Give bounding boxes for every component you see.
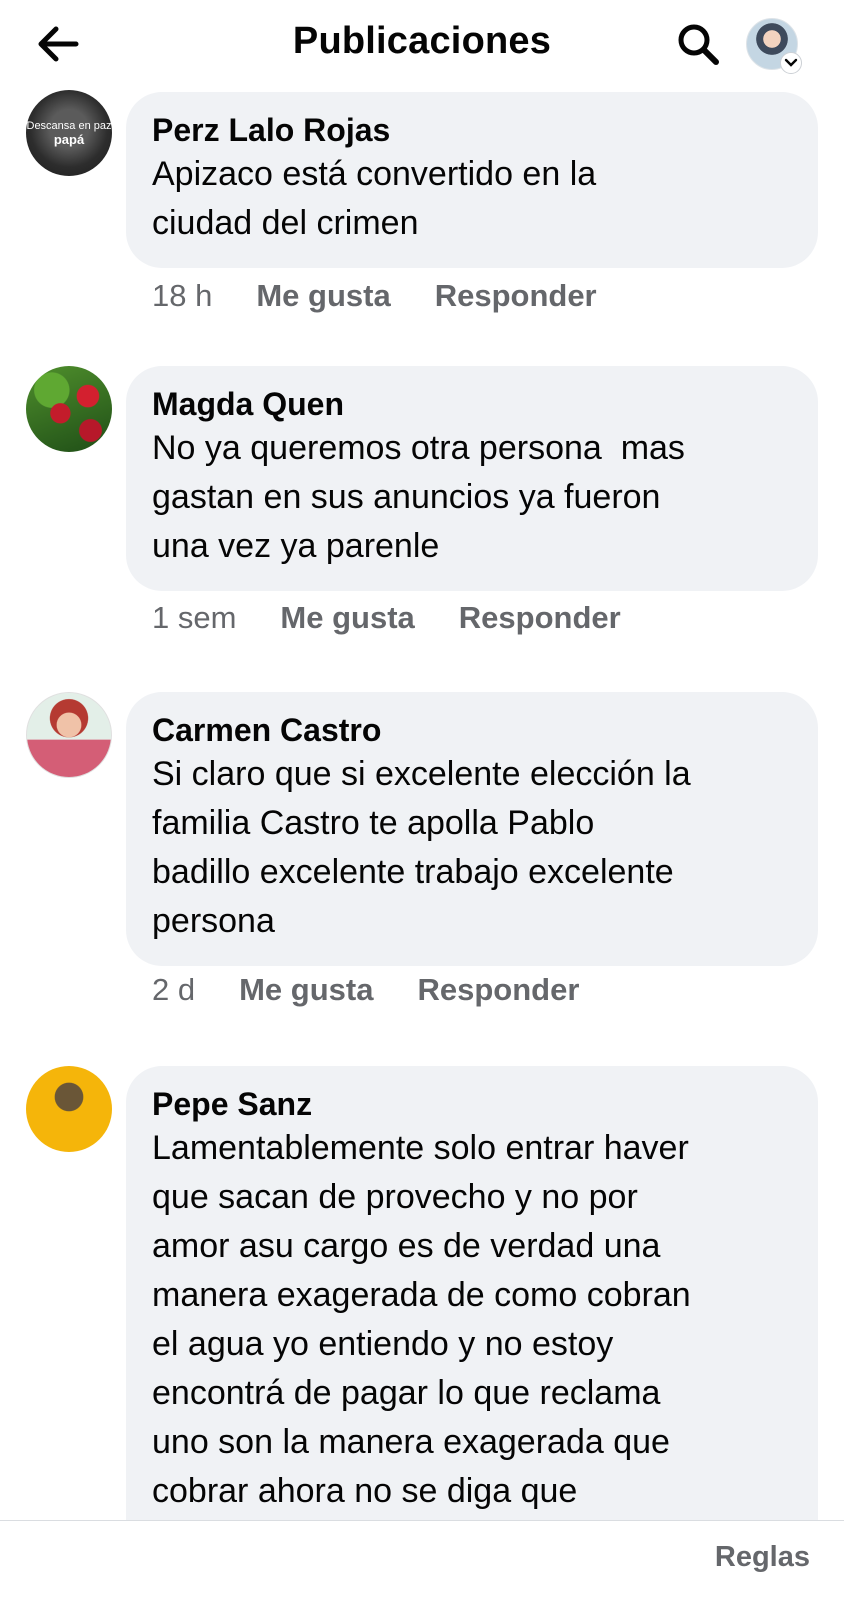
comment-text: Lamentablemente solo entrar haver que sa…: [152, 1129, 691, 1510]
reply-button[interactable]: Responder: [417, 972, 579, 1008]
avatar[interactable]: Descansa en paz papá: [26, 90, 112, 176]
comment-bubble[interactable]: Magda Quen No ya queremos otra persona m…: [126, 366, 818, 591]
comment-author[interactable]: Perz Lalo Rojas: [152, 110, 792, 150]
comment-actions: 2 d Me gusta Responder: [152, 972, 579, 1008]
search-button[interactable]: [670, 18, 726, 70]
like-button[interactable]: Me gusta: [280, 600, 414, 636]
comment-text: Si claro que si excelente elección la fa…: [152, 755, 691, 940]
reply-button[interactable]: Responder: [435, 278, 597, 314]
avatar-caption-main: papá: [53, 132, 85, 147]
chevron-down-icon: [780, 52, 802, 74]
comment-bubble[interactable]: Perz Lalo Rojas Apizaco está convertido …: [126, 92, 818, 268]
comment-timestamp[interactable]: 2 d: [152, 972, 195, 1008]
search-icon: [678, 24, 719, 65]
like-button[interactable]: Me gusta: [239, 972, 373, 1008]
back-arrow-icon: [38, 26, 79, 62]
comment-timestamp[interactable]: 1 sem: [152, 600, 236, 636]
comment-timestamp[interactable]: 18 h: [152, 278, 212, 314]
comment-actions: 1 sem Me gusta Responder: [152, 600, 621, 636]
reply-button[interactable]: Responder: [459, 600, 621, 636]
avatar[interactable]: [26, 692, 112, 778]
top-bar: Publicaciones: [0, 0, 844, 88]
comments-list[interactable]: Descansa en paz papá Perz Lalo Rojas Api…: [0, 88, 844, 1520]
comment-bubble[interactable]: Pepe Sanz Lamentablemente solo entrar ha…: [126, 1066, 818, 1520]
avatar[interactable]: [26, 1066, 112, 1152]
comment-text: No ya queremos otra persona mas gastan e…: [152, 429, 685, 565]
comment-actions: 18 h Me gusta Responder: [152, 278, 597, 314]
back-button[interactable]: [30, 18, 86, 70]
comment-author[interactable]: Pepe Sanz: [152, 1084, 792, 1124]
comment-bubble[interactable]: Carmen Castro Si claro que si excelente …: [126, 692, 818, 966]
rules-link[interactable]: Reglas: [715, 1541, 810, 1574]
like-button[interactable]: Me gusta: [256, 278, 390, 314]
avatar-caption: Descansa en paz: [26, 120, 112, 132]
comment-text: Apizaco está convertido en la ciudad del…: [152, 155, 597, 242]
bottom-bar: Reglas: [0, 1520, 844, 1600]
profile-menu-button[interactable]: [746, 18, 802, 74]
avatar[interactable]: [26, 366, 112, 452]
comment-author[interactable]: Magda Quen: [152, 384, 792, 424]
comment-author[interactable]: Carmen Castro: [152, 710, 792, 750]
